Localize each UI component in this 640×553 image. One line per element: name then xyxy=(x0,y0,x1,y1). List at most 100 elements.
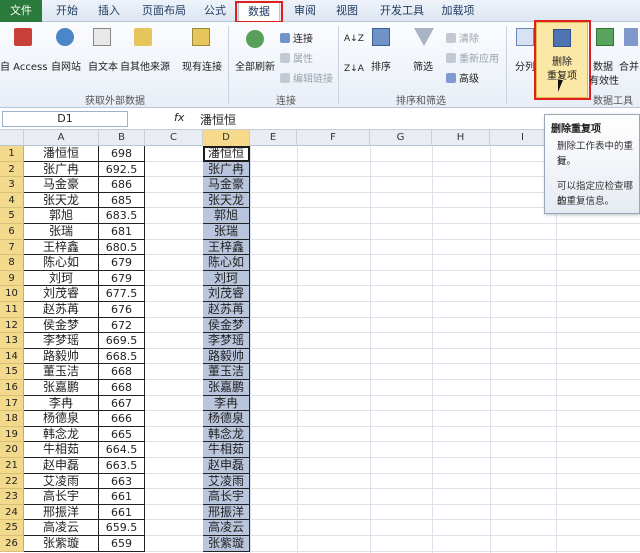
cell-b[interactable]: 668 xyxy=(99,364,145,380)
row-header[interactable]: 6 xyxy=(0,224,24,240)
cell-b[interactable]: 663 xyxy=(99,473,145,490)
cell-d[interactable]: 张嘉鹏 xyxy=(203,380,250,396)
cell-d[interactable]: 高凌云 xyxy=(203,520,250,536)
row-header[interactable]: 2 xyxy=(0,161,24,178)
row-header[interactable]: 7 xyxy=(0,239,24,256)
row-header[interactable]: 12 xyxy=(0,317,24,334)
column-header-g[interactable]: G xyxy=(370,130,432,146)
row-header[interactable]: 13 xyxy=(0,333,24,349)
tab-file[interactable]: 文件 xyxy=(0,0,42,22)
row-header[interactable]: 14 xyxy=(0,348,24,365)
cell-b[interactable]: 672 xyxy=(99,317,145,334)
column-header-c[interactable]: C xyxy=(145,130,203,146)
reapply-button[interactable]: 重新应用 xyxy=(446,50,499,65)
cell-d[interactable]: 李冉 xyxy=(203,395,250,412)
cell-b[interactable]: 663.5 xyxy=(99,458,145,474)
cell-b[interactable]: 676 xyxy=(99,302,145,318)
cell-b[interactable]: 661 xyxy=(99,489,145,505)
row-header[interactable]: 23 xyxy=(0,489,24,505)
sort-descending-button[interactable]: Z↓A xyxy=(344,64,364,74)
cell-a[interactable]: 路毅帅 xyxy=(24,348,99,365)
row-header[interactable]: 20 xyxy=(0,442,24,458)
tab-page-layout[interactable]: 页面布局 xyxy=(136,2,192,22)
cell-b[interactable]: 659 xyxy=(99,536,145,552)
cell-b[interactable]: 680.5 xyxy=(99,239,145,256)
cell-b[interactable]: 683.5 xyxy=(99,208,145,224)
cell-d[interactable]: 李梦瑶 xyxy=(203,333,250,349)
column-header-d[interactable]: D xyxy=(203,130,250,146)
cell-a[interactable]: 艾凌雨 xyxy=(24,473,99,490)
clear-filter-button[interactable]: 清除 xyxy=(446,30,479,45)
cell-a[interactable]: 张广冉 xyxy=(24,161,99,178)
sort-ascending-button[interactable]: A↓Z xyxy=(344,34,364,44)
cell-a[interactable]: 高凌云 xyxy=(24,520,99,536)
cell-b[interactable]: 664.5 xyxy=(99,442,145,458)
cell-b[interactable]: 666 xyxy=(99,411,145,427)
row-header[interactable]: 3 xyxy=(0,177,24,193)
row-header[interactable]: 24 xyxy=(0,504,24,521)
cell-a[interactable]: 侯金梦 xyxy=(24,317,99,334)
cell-d[interactable]: 赵申磊 xyxy=(203,458,250,474)
cell-a[interactable]: 陈心如 xyxy=(24,255,99,271)
row-header[interactable]: 22 xyxy=(0,473,24,490)
from-text-button[interactable]: 自文本 xyxy=(86,58,120,73)
cell-a[interactable]: 邢振洋 xyxy=(24,504,99,521)
row-header[interactable]: 25 xyxy=(0,520,24,536)
cell-b[interactable]: 668.5 xyxy=(99,348,145,365)
cell-a[interactable]: 牛相茹 xyxy=(24,442,99,458)
cell-a[interactable]: 刘茂睿 xyxy=(24,286,99,302)
cell-d[interactable]: 张紫璇 xyxy=(203,536,250,552)
row-header[interactable]: 26 xyxy=(0,536,24,552)
cell-d[interactable]: 侯金梦 xyxy=(203,317,250,334)
cell-a[interactable]: 赵申磊 xyxy=(24,458,99,474)
tab-formulas[interactable]: 公式 xyxy=(198,2,232,22)
cell-a[interactable]: 赵苏苒 xyxy=(24,302,99,318)
column-header-f[interactable]: F xyxy=(297,130,370,146)
cell-d[interactable]: 郭旭 xyxy=(203,208,250,224)
cell-d[interactable]: 刘珂 xyxy=(203,270,250,287)
row-header[interactable]: 10 xyxy=(0,286,24,302)
cell-d[interactable]: 王梓鑫 xyxy=(203,239,250,256)
row-header[interactable]: 11 xyxy=(0,302,24,318)
cell-b[interactable]: 667 xyxy=(99,395,145,412)
advanced-filter-button[interactable]: 高级 xyxy=(446,70,479,85)
cell-b[interactable]: 665 xyxy=(99,426,145,443)
cell-a[interactable]: 李梦瑶 xyxy=(24,333,99,349)
formula-input[interactable]: 潘恒恒 xyxy=(200,111,236,128)
sort-button[interactable]: 排序 xyxy=(364,58,398,73)
cell-d[interactable]: 陈心如 xyxy=(203,255,250,271)
from-access-button[interactable]: 自 Access xyxy=(0,58,47,73)
cell-d[interactable]: 赵苏苒 xyxy=(203,302,250,318)
column-header-e[interactable]: E xyxy=(250,130,297,146)
row-header[interactable]: 19 xyxy=(0,426,24,443)
cell-b[interactable]: 692.5 xyxy=(99,161,145,178)
tab-developer[interactable]: 开发工具 xyxy=(374,2,430,22)
cell-b[interactable]: 668 xyxy=(99,380,145,396)
cell-d[interactable]: 艾凌雨 xyxy=(203,473,250,490)
row-header[interactable]: 17 xyxy=(0,395,24,412)
refresh-all-button[interactable]: 全部刷新 xyxy=(232,58,278,73)
cell-b[interactable]: 681 xyxy=(99,224,145,240)
cell-a[interactable]: 潘恒恒 xyxy=(24,146,99,162)
from-other-sources-button[interactable]: 自其他来源 xyxy=(120,58,170,73)
cell-d[interactable]: 张瑞 xyxy=(203,224,250,240)
row-header[interactable]: 16 xyxy=(0,380,24,396)
function-icon[interactable]: fx xyxy=(174,111,190,124)
cell-b[interactable]: 677.5 xyxy=(99,286,145,302)
tab-insert[interactable]: 插入 xyxy=(92,2,126,22)
row-header[interactable]: 8 xyxy=(0,255,24,271)
cell-d[interactable]: 高长宇 xyxy=(203,489,250,505)
cell-b[interactable]: 679 xyxy=(99,270,145,287)
filter-button[interactable]: 筛选 xyxy=(406,58,440,73)
cell-d[interactable]: 路毅帅 xyxy=(203,348,250,365)
cell-d[interactable]: 张天龙 xyxy=(203,192,250,209)
data-validation-button[interactable]: 数据 xyxy=(590,58,616,73)
cell-d[interactable]: 牛相茹 xyxy=(203,442,250,458)
cell-b[interactable]: 686 xyxy=(99,177,145,193)
row-header[interactable]: 15 xyxy=(0,364,24,380)
cell-b[interactable]: 659.5 xyxy=(99,520,145,536)
tab-review[interactable]: 审阅 xyxy=(288,2,322,22)
row-header[interactable]: 4 xyxy=(0,192,24,209)
cell-a[interactable]: 李冉 xyxy=(24,395,99,412)
consolidate-button[interactable]: 合并 xyxy=(618,58,640,73)
